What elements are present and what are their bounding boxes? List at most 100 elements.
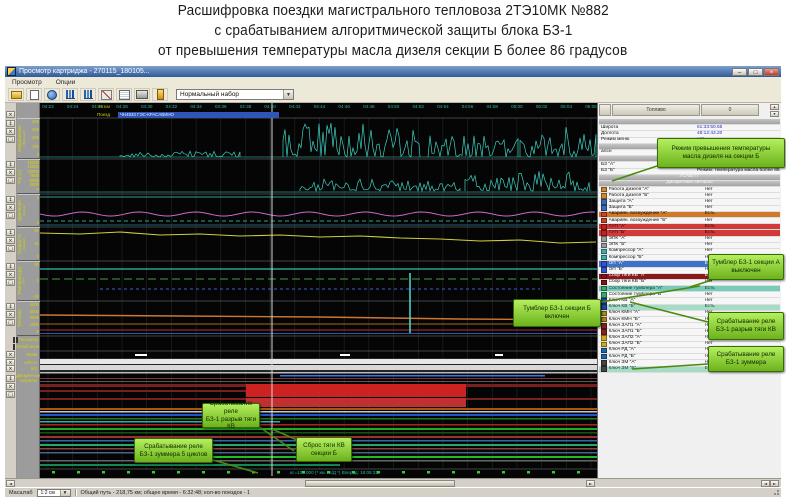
channel-controls: ↕×□ <box>6 303 16 326</box>
time-tick: 05:04 <box>557 104 575 109</box>
app-icon <box>7 67 16 76</box>
channel-hide-button[interactable]: □ <box>6 212 15 219</box>
status-bar: Масштаб 1:2 см ▼ Общий путь - 218,75 км;… <box>5 487 781 497</box>
signal-icon <box>601 218 607 224</box>
time-tick: 05:00 <box>508 104 526 109</box>
cartridge-icon[interactable] <box>152 88 168 101</box>
axis-tick: 40 <box>34 242 39 246</box>
discrete-signals-label: Дискретные сигналы <box>16 373 37 383</box>
legend-swatch <box>13 344 15 350</box>
chevron-down-icon[interactable]: ▼ <box>283 90 293 99</box>
signal-icon <box>601 317 607 323</box>
axis-tick: 3000 <box>30 310 39 314</box>
spin-up-icon[interactable]: ▲ <box>770 104 779 110</box>
channel-hide-button[interactable]: □ <box>6 136 15 143</box>
channel-resize-button[interactable]: ↕ <box>6 375 15 382</box>
param-label: Ключ ЗМ "Б" <box>609 366 705 372</box>
channel-resize-button[interactable]: ↕ <box>6 303 15 310</box>
legend-row-0: Поз.контр. <box>17 336 40 343</box>
signal-icon <box>601 212 607 218</box>
train-selection[interactable]: ЧН4933 ГЭС-КРАСАВИНО <box>118 112 279 118</box>
scroll-right-icon[interactable]: ► <box>586 480 595 487</box>
window-title: Просмотр картриджа - 270115_180105... <box>19 68 731 75</box>
bar-chart2-icon[interactable] <box>80 88 96 101</box>
panel-scroll-left-icon[interactable]: ◄ <box>761 480 770 487</box>
channel-resize-button[interactable]: ↕ <box>6 263 15 270</box>
menu-view[interactable]: Просмотр <box>5 79 49 86</box>
channel-hide-button[interactable]: □ <box>6 177 15 184</box>
channel-label-column: Напряжение (Вольт)4003002001000Ток (А)15… <box>17 103 40 478</box>
channel-hide-button[interactable]: □ <box>6 391 15 398</box>
scroll-thumb[interactable] <box>305 480 455 487</box>
minimize-button[interactable]: – <box>732 68 747 76</box>
time-tick: 04:38 <box>236 104 254 109</box>
channel-ticks: 50 <box>37 196 39 225</box>
panel-scroll-right-icon[interactable]: ► <box>770 480 779 487</box>
channel-resize-button[interactable]: ↕ <box>6 120 15 127</box>
row-close-button[interactable]: × <box>6 365 15 372</box>
signal-icon <box>601 342 607 348</box>
channel-controls: ↕×□ <box>6 263 16 286</box>
channel-close-button[interactable]: × <box>6 311 15 318</box>
scale-select[interactable]: 1:2 см ▼ <box>37 489 71 497</box>
maximize-button[interactable]: □ <box>748 68 763 76</box>
channel-resize-button[interactable]: ↕ <box>6 161 15 168</box>
spin-down-icon[interactable]: ▼ <box>770 111 779 117</box>
channel-resize-button[interactable]: ↕ <box>6 229 15 236</box>
time-tick: 04:28 <box>113 104 131 109</box>
row-close-button[interactable]: × <box>6 111 15 118</box>
channel-hide-button[interactable]: □ <box>6 245 15 252</box>
time-tick: 04:32 <box>162 104 180 109</box>
channel-close-button[interactable]: × <box>6 237 15 244</box>
horizontal-scrollbar[interactable]: ◄ ► ◄ ► <box>5 478 781 487</box>
time-tick: 04:54 <box>434 104 452 109</box>
train-row-label: Поезд <box>75 112 110 117</box>
channel-close-button[interactable]: × <box>6 169 15 176</box>
channel-name: Ток (А) <box>17 162 25 191</box>
signal-set-select[interactable]: Нормальный набор ▼ <box>176 89 294 100</box>
table-icon[interactable] <box>116 88 132 101</box>
channel-controls: ↕×□ <box>6 229 16 252</box>
bar-chart-icon[interactable] <box>62 88 78 101</box>
legend-label: Ослаб.поля <box>16 344 39 349</box>
panel-header-value[interactable]: 0 <box>701 104 759 116</box>
close-button[interactable]: × <box>764 68 779 76</box>
scroll-left-icon[interactable]: ◄ <box>6 480 15 487</box>
signal-icon <box>601 335 607 341</box>
channel-close-button[interactable]: × <box>6 128 15 135</box>
channel-group-2: Давление (атм)50 <box>17 194 40 227</box>
channel-ticks: 40003000200010000 <box>30 303 39 334</box>
signal-icon <box>601 255 607 261</box>
channel-hide-button[interactable]: □ <box>6 279 15 286</box>
channel-group-3: Скорость (км/ч)80400 <box>17 227 40 261</box>
document-icon[interactable] <box>26 88 42 101</box>
signal-icon <box>601 311 607 317</box>
panel-header-fuel[interactable]: Топливо <box>612 104 700 116</box>
channel-close-button[interactable]: × <box>6 271 15 278</box>
panel-header: Топливо 0 <box>599 104 760 116</box>
signal-icon <box>601 304 607 310</box>
chart-plot[interactable]: ЧН4933 ГЭС-КРАСАВИНО кс=134.000 (* км. Ж… <box>40 103 597 478</box>
channel-resize-button[interactable]: ↕ <box>6 196 15 203</box>
line-chart-icon[interactable] <box>98 88 114 101</box>
channel-close-button[interactable]: × <box>6 383 15 390</box>
globe-icon[interactable] <box>44 88 60 101</box>
axis-tick: 300 <box>32 128 39 132</box>
print-icon[interactable] <box>134 88 150 101</box>
channel-group-5: Топливо40003000200010000 <box>17 301 40 336</box>
window-titlebar[interactable]: Просмотр картриджа - 270115_180105... – … <box>5 66 781 77</box>
channel-hide-button[interactable]: □ <box>6 319 15 326</box>
resize-grip[interactable] <box>772 488 780 496</box>
callout-reset_traction: Сброс тяги КВ секции Б <box>296 437 352 462</box>
row-close-button[interactable]: × <box>6 351 15 358</box>
chevron-down-icon[interactable]: ▼ <box>60 490 70 496</box>
menu-options[interactable]: Опции <box>49 79 83 86</box>
time-tick: 04:22 <box>40 104 57 109</box>
axis-tick: 80 <box>34 229 39 233</box>
channel-close-button[interactable]: × <box>6 204 15 211</box>
gridlines <box>48 118 591 469</box>
axis-tick: 0 <box>37 188 39 192</box>
group-separators <box>40 118 597 469</box>
open-folder-icon[interactable] <box>8 88 24 101</box>
signal-icon <box>601 236 607 242</box>
